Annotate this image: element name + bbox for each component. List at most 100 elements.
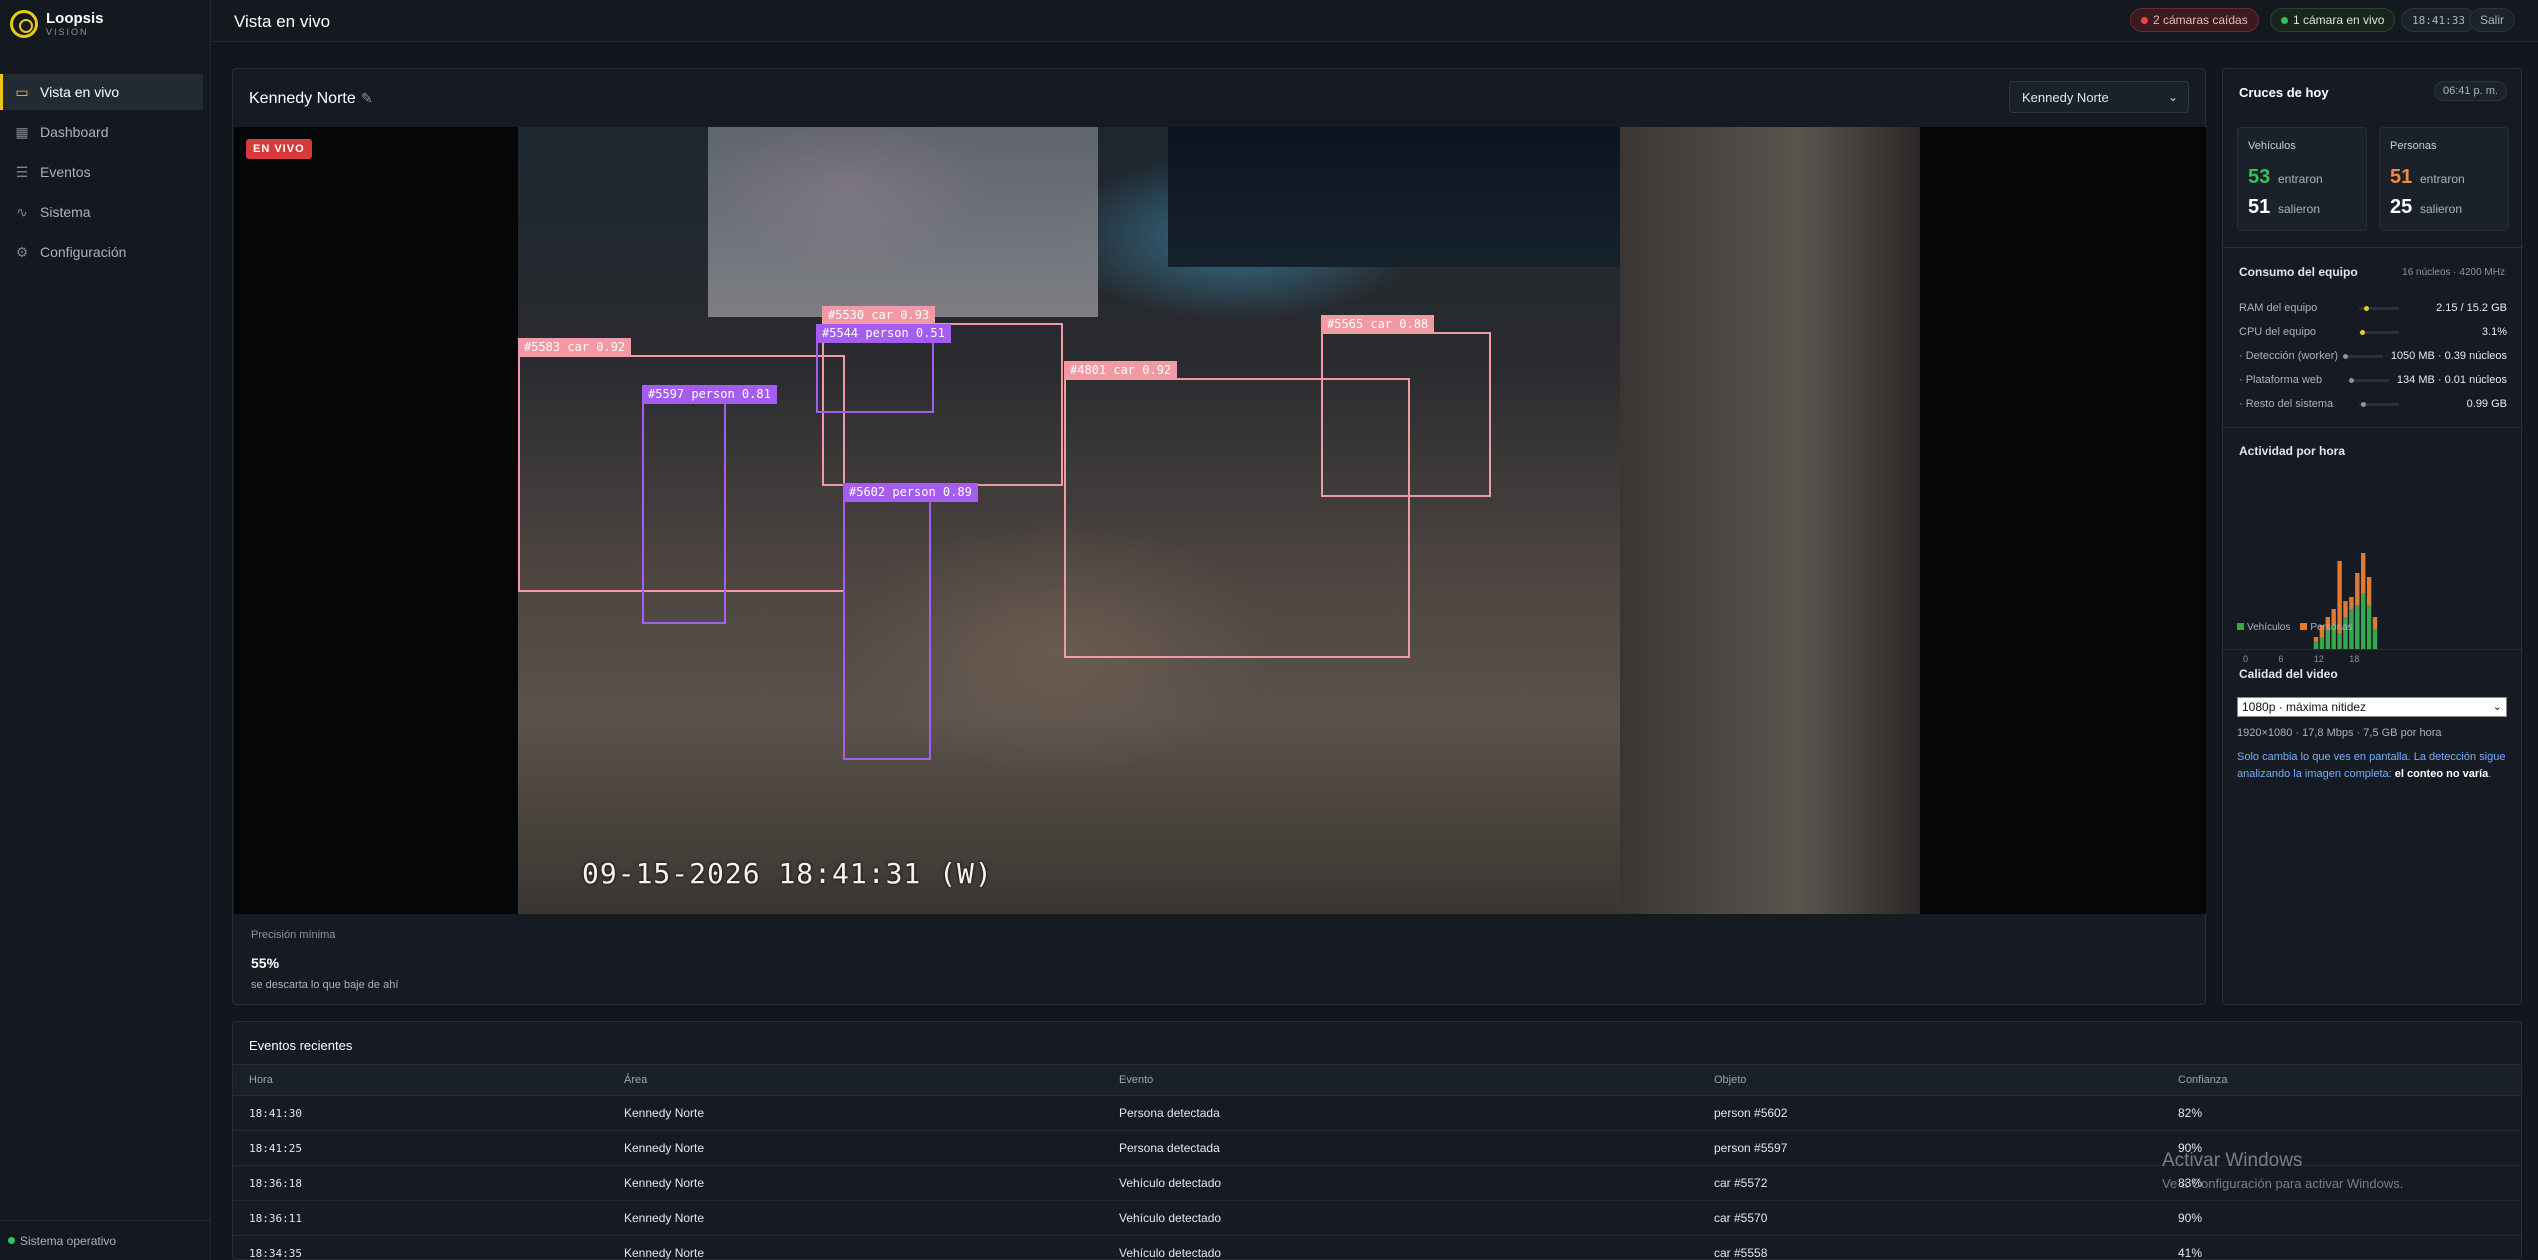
resource-value: 2.15 / 15.2 GB xyxy=(2436,302,2507,314)
event-type: Vehículo detectado xyxy=(1119,1246,1222,1260)
col-object: Objeto xyxy=(1714,1074,1747,1086)
cameras-live-text: 1 cámara en vivo xyxy=(2293,13,2385,27)
vehicles-out-count: 51 xyxy=(2248,196,2271,218)
resource-bar xyxy=(2342,353,2383,359)
x-tick-label: 12 xyxy=(2314,654,2324,664)
pencil-icon[interactable]: ✎ xyxy=(361,90,373,107)
camera-card: Kennedy Norte ✎ Kennedy Norte ⌄ #5583 ca… xyxy=(232,68,2206,1005)
event-area: Kennedy Norte xyxy=(624,1106,705,1120)
cameras-down-badge[interactable]: 2 cámaras caídas xyxy=(2130,8,2259,32)
building-wall xyxy=(1620,127,1920,914)
x-tick-label: 0 xyxy=(2243,654,2248,664)
bar-people-h21 xyxy=(2366,577,2372,605)
table-row[interactable]: 18:36:11 Kennedy Norte Vehículo detectado c… xyxy=(233,1201,2521,1236)
people-label: Personas xyxy=(2390,140,2437,152)
resource-bar xyxy=(2348,377,2389,383)
col-area: Área xyxy=(624,1074,648,1086)
nav-label: Configuración xyxy=(40,244,127,260)
resource-level xyxy=(2360,329,2365,335)
camera-name: Kennedy Norte xyxy=(249,90,356,107)
people-in-count: 51 xyxy=(2390,166,2413,188)
resource-row: RAM del equipo 2.15 / 15.2 GB xyxy=(2239,299,2507,317)
video-quality-title: Calidad del video xyxy=(2239,667,2338,681)
resource-level xyxy=(2361,401,2366,407)
detection-box[interactable]: #5565 car 0.88 xyxy=(1321,315,1491,497)
video-quality-select[interactable]: 1080p · máxima nitidez ⌄ xyxy=(2237,697,2507,717)
brand[interactable]: Loopsis VISION xyxy=(10,10,104,38)
event-area: Kennedy Norte xyxy=(624,1211,705,1225)
vehicles-count-card: Vehículos 53 entraron 51 salieron xyxy=(2237,127,2367,231)
event-object: car #5558 xyxy=(1714,1246,1768,1260)
event-time: 18:41:25 xyxy=(249,1141,302,1155)
bar-vehicles-h13 xyxy=(2319,637,2325,649)
table-row[interactable]: 18:34:35 Kennedy Norte Vehículo detectado c… xyxy=(233,1236,2521,1260)
resource-level xyxy=(2364,305,2369,311)
people-count-card: Personas 51 entraron 25 salieron xyxy=(2379,127,2509,231)
legend-vehicles: Vehículos xyxy=(2237,622,2290,633)
bar-people-h19 xyxy=(2355,573,2360,605)
detection-label: #5544 person 0.51 xyxy=(816,324,951,343)
nav-item-dashboard[interactable]: ▦ Dashboard xyxy=(0,114,203,150)
system-status-text: Sistema operativo xyxy=(20,1233,117,1248)
detection-box[interactable]: #5602 person 0.89 xyxy=(843,483,978,760)
table-row[interactable]: 18:41:30 Kennedy Norte Persona detectada pe… xyxy=(233,1096,2521,1131)
list-icon: ☰ xyxy=(15,163,29,180)
camera-select-value: Kennedy Norte xyxy=(2022,89,2109,105)
resource-value: 134 MB · 0.01 núcleos xyxy=(2396,374,2507,386)
resource-label: RAM del equipo xyxy=(2239,302,2318,314)
event-object: car #5572 xyxy=(1714,1176,1768,1190)
nav-item-settings[interactable]: ⚙ Configuración xyxy=(0,234,203,270)
detection-label: #5530 car 0.93 xyxy=(822,306,936,325)
nav-item-events[interactable]: ☰ Eventos xyxy=(0,154,203,190)
activity-title: Actividad por hora xyxy=(2239,444,2346,458)
resource-value: 1050 MB · 0.39 núcleos xyxy=(2390,350,2507,362)
divider xyxy=(2223,649,2523,650)
detection-box[interactable]: #5544 person 0.51 xyxy=(816,324,951,413)
nav-item-live[interactable]: ▭ Vista en vivo xyxy=(0,74,203,110)
people-out-count: 25 xyxy=(2390,196,2413,218)
resource-row: CPU del equipo 3.1% xyxy=(2239,323,2507,341)
bar-vehicles-h16 xyxy=(2337,633,2342,649)
stats-panel: Cruces de hoy 06:41 p. m. Vehículos 53 e… xyxy=(2222,68,2523,1005)
bar-people-h20 xyxy=(2361,553,2366,593)
detection-box[interactable]: #5597 person 0.81 xyxy=(642,385,777,624)
vehicles-in-count: 53 xyxy=(2248,166,2271,188)
event-area: Kennedy Norte xyxy=(624,1176,705,1190)
event-type: Vehículo detectado xyxy=(1119,1176,1222,1190)
event-object: person #5597 xyxy=(1714,1141,1788,1155)
pulse-icon: ∿ xyxy=(16,203,28,220)
detection-label: #5602 person 0.89 xyxy=(843,483,978,502)
divider xyxy=(2223,427,2523,428)
camera-select[interactable]: Kennedy Norte ⌄ xyxy=(2009,81,2189,113)
nav-item-system[interactable]: ∿ Sistema xyxy=(0,194,203,230)
clock: 18:41:33 xyxy=(2401,8,2476,32)
video-quality-meta: 1920×1080 · 17,8 Mbps · 7,5 GB por hora xyxy=(2237,727,2442,739)
cameras-live-badge[interactable]: 1 cámara en vivo xyxy=(2270,8,2396,32)
resource-level xyxy=(2342,353,2348,359)
resources-subtitle: 16 núcleos · 4200 MHz xyxy=(2402,267,2505,278)
vehicles-in-label: entraron xyxy=(2278,172,2323,186)
resource-row: · Plataforma web 134 MB · 0.01 núcleos xyxy=(2239,371,2507,389)
crossings-time: 06:41 p. m. xyxy=(2433,81,2507,101)
resource-label: · Resto del sistema xyxy=(2239,398,2334,410)
event-area: Kennedy Norte xyxy=(624,1246,705,1260)
chevron-down-icon: ⌄ xyxy=(2167,90,2178,104)
event-type: Vehículo detectado xyxy=(1119,1211,1222,1225)
watermark-title: Activar Windows xyxy=(2162,1150,2303,1171)
event-object: car #5570 xyxy=(1714,1211,1768,1225)
detection-label: #5565 car 0.88 xyxy=(1321,315,1435,334)
camera-icon: ▭ xyxy=(15,83,29,100)
events-title: Eventos recientes xyxy=(249,1038,353,1053)
brand-tagline: VISION xyxy=(46,27,89,37)
event-confidence: 41% xyxy=(2178,1246,2203,1260)
nav-label: Vista en vivo xyxy=(40,84,120,100)
precision-value: 55% xyxy=(251,955,280,971)
crossings-title: Cruces de hoy xyxy=(2239,85,2329,100)
recent-events: Eventos recientes Hora Área Evento Objet… xyxy=(232,1021,2522,1260)
bar-vehicles-h22 xyxy=(2372,629,2378,649)
event-type: Persona detectada xyxy=(1119,1141,1220,1155)
exit-button[interactable]: Salir xyxy=(2469,8,2516,32)
precision-control[interactable]: Precisión mínima 55% se descarta lo que … xyxy=(251,929,398,991)
x-tick-label: 18 xyxy=(2349,654,2359,664)
video-feed[interactable]: #5583 car 0.92 #5597 person 0.81 #5530 c… xyxy=(234,127,2206,914)
